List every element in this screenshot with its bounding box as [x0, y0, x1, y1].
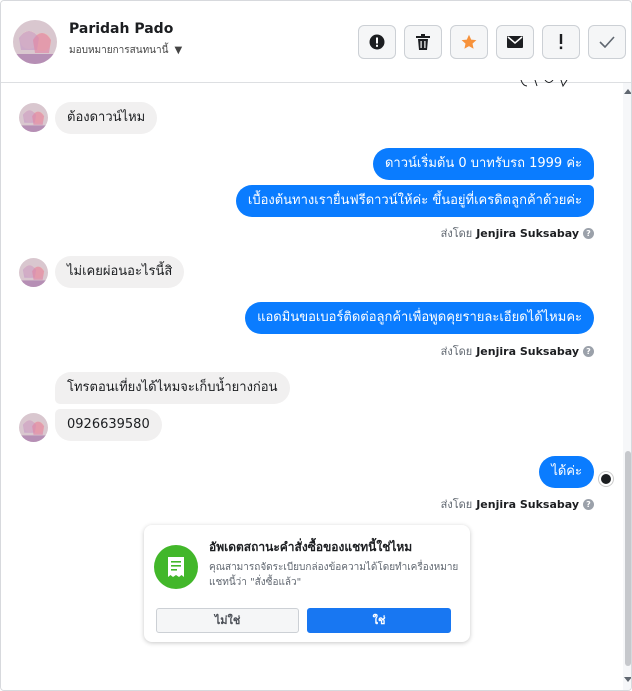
avatar	[19, 103, 48, 132]
trash-icon	[416, 34, 430, 50]
exclamation-icon	[559, 34, 563, 50]
seen-indicator	[599, 472, 613, 486]
chat-header: Paridah Pado มอบหมายการสนทนานี้ ▼	[1, 1, 631, 83]
mark-spam-button[interactable]	[358, 25, 396, 59]
delete-button[interactable]	[404, 25, 442, 59]
outgoing-message: ได้ค่ะ	[539, 456, 594, 488]
sent-by-prefix: ส่งโดย	[440, 345, 473, 358]
star-icon	[461, 34, 477, 49]
sent-by-label: ส่งโดย Jenjira Suksabay ?	[441, 495, 594, 513]
chat-window: Paridah Pado มอบหมายการสนทนานี้ ▼ ต้องดา…	[0, 0, 632, 691]
sent-by-prefix: ส่งโดย	[440, 498, 473, 511]
no-button[interactable]: ไม่ใช่	[156, 608, 299, 633]
envelope-icon	[507, 36, 523, 48]
agent-name: Jenjira Suksabay	[476, 226, 579, 240]
agent-name: Jenjira Suksabay	[476, 344, 579, 358]
incoming-message: ไม่เคยผ่อนอะไรนี้สิ	[55, 256, 185, 288]
scrollbar-thumb[interactable]	[625, 451, 631, 666]
incoming-message: 0926639580	[55, 409, 162, 441]
assign-label: มอบหมายการสนทนานี้	[69, 45, 169, 56]
outgoing-message: เบื้องต้นทางเรายื่นฟรีดาวน์ให้ค่ะ ขึ้นอย…	[235, 185, 594, 217]
avatar	[19, 413, 48, 442]
yes-button[interactable]: ใช่	[307, 608, 451, 633]
mark-unread-button[interactable]	[496, 25, 534, 59]
receipt-icon	[154, 545, 198, 589]
star-button[interactable]	[450, 25, 488, 59]
scroll-down-icon[interactable]	[624, 677, 631, 682]
action-toolbar	[358, 25, 626, 59]
follow-up-button[interactable]	[542, 25, 580, 59]
help-icon[interactable]: ?	[583, 227, 594, 239]
avatar	[19, 258, 48, 287]
incoming-message: ต้องดาวน์ไหม	[55, 102, 158, 134]
mark-done-button[interactable]	[588, 25, 626, 59]
incoming-message: โทรตอนเที่ยงได้ไหมจะเก็บน้ำยางก่อน	[55, 372, 290, 404]
order-status-prompt: อัพเดตสถานะคำสั่งซื้อของแชทนี้ใช่ไหม คุณ…	[144, 525, 470, 642]
chevron-down-icon: ▼	[174, 45, 183, 56]
outgoing-message: แอดมินขอเบอร์ติดต่อลูกค้าเพื่อพูดคุยรายล…	[245, 302, 594, 334]
assign-dropdown[interactable]: มอบหมายการสนทนานี้ ▼	[69, 43, 182, 58]
alert-circle-icon	[369, 34, 385, 50]
card-description: คุณสามารถจัดระเบียบกล่องข้อความได้โดยทำเ…	[209, 562, 459, 588]
scroll-up-icon[interactable]	[624, 89, 631, 94]
check-icon	[599, 36, 615, 48]
help-icon[interactable]: ?	[583, 498, 594, 510]
help-icon[interactable]: ?	[583, 345, 594, 357]
card-title: อัพเดตสถานะคำสั่งซื้อของแชทนี้ใช่ไหม	[209, 540, 413, 554]
truncated-text	[515, 77, 575, 89]
avatar[interactable]	[13, 20, 57, 64]
agent-name: Jenjira Suksabay	[476, 497, 579, 511]
sent-by-prefix: ส่งโดย	[440, 227, 473, 240]
sent-by-label: ส่งโดย Jenjira Suksabay ?	[441, 342, 594, 360]
contact-name: Paridah Pado	[69, 21, 174, 37]
sent-by-label: ส่งโดย Jenjira Suksabay ?	[441, 224, 594, 242]
outgoing-message: ดาวน์เริ่มต้น 0 บาทรับรถ 1999 ค่ะ	[372, 148, 594, 180]
